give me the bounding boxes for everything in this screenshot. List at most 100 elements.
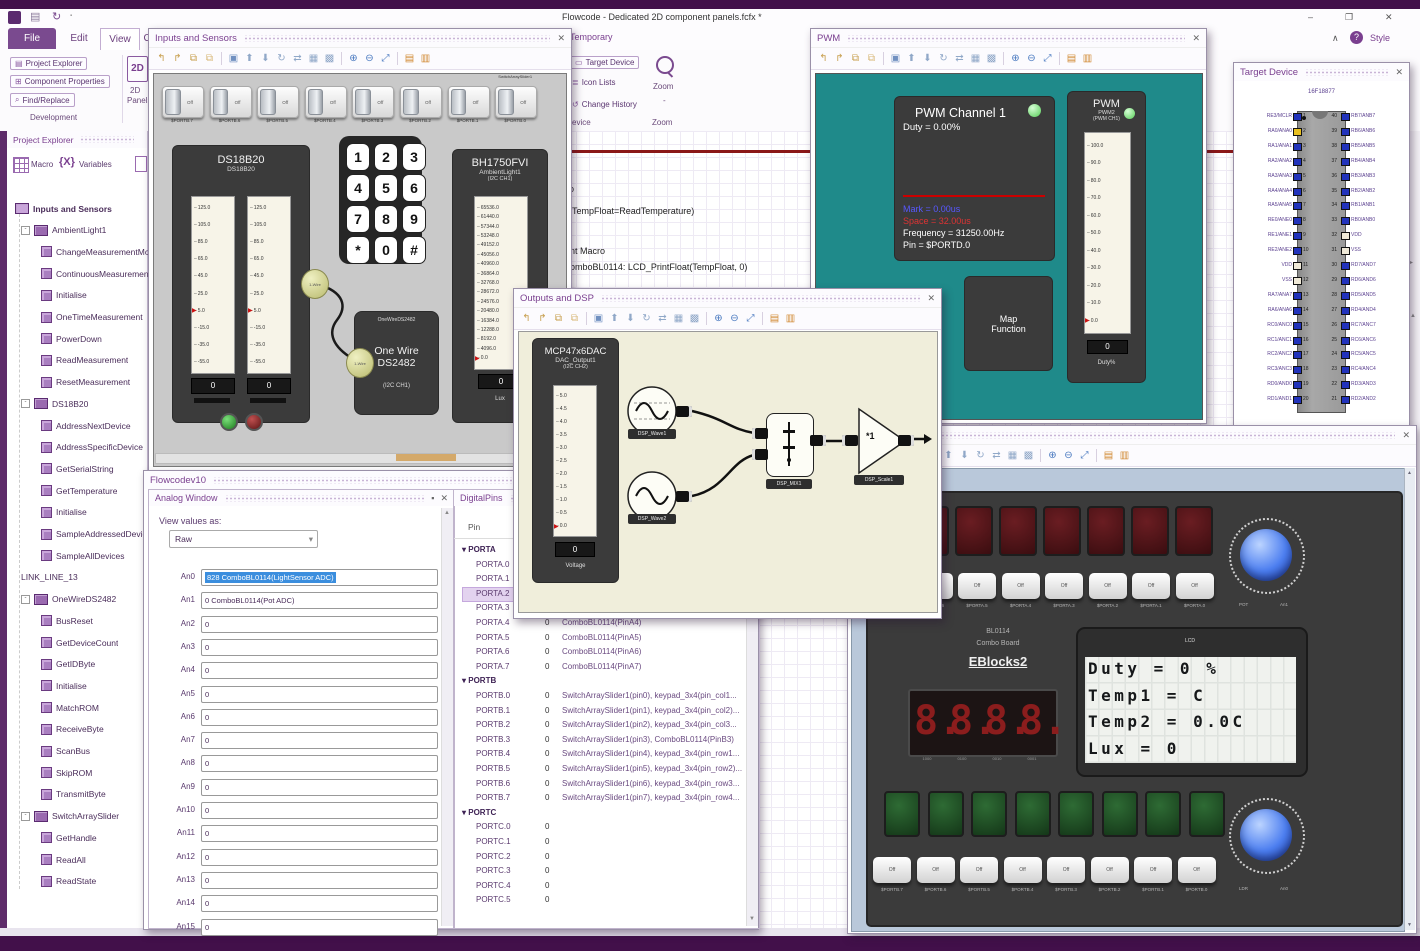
pin-square-right[interactable] — [1341, 366, 1350, 375]
board-switch-$portb.4[interactable]: Off — [1003, 857, 1042, 883]
scale-in-port[interactable] — [842, 435, 858, 446]
find-replace-button[interactable]: ⌕ Find/Replace — [10, 93, 75, 107]
project-explorer-button[interactable]: ▤ Project Explorer — [10, 57, 88, 70]
tree-macro-skiprom[interactable]: SkipROM — [41, 767, 92, 779]
rotate-icon[interactable]: ↻ — [974, 449, 987, 462]
snap-icon[interactable]: ▩ — [985, 52, 998, 65]
digital-pin-portb.6[interactable]: PORTB.6 — [476, 779, 510, 788]
2d-panel-button[interactable]: 2D — [127, 56, 148, 82]
analog-value-field[interactable]: 0 — [201, 871, 438, 889]
board-switch-$portb.5[interactable]: Off — [960, 857, 998, 883]
board-switch-$portb.6[interactable]: Off — [916, 857, 955, 883]
pin-square-left[interactable] — [1293, 232, 1302, 241]
restore-button[interactable]: ❐ — [1345, 12, 1353, 23]
pin-square-right[interactable] — [1341, 291, 1350, 300]
help-icon[interactable]: ? — [1350, 31, 1363, 44]
analog-value-field[interactable]: 0 — [201, 778, 438, 796]
expander-icon[interactable]: - — [21, 811, 30, 821]
board-switch-$porta.1[interactable]: Off — [1132, 573, 1170, 599]
bring-front-icon[interactable]: ⬆ — [942, 449, 955, 462]
board-switch-$portb.0[interactable]: Off — [1177, 857, 1216, 883]
digital-pin-portc.1[interactable]: PORTC.1 — [476, 837, 511, 846]
tree-macro-addressspecificdevice[interactable]: AddressSpecificDevice — [41, 441, 143, 453]
board-switch-$portb.7[interactable]: Off — [873, 857, 911, 883]
pin-square-left[interactable] — [1293, 396, 1302, 405]
analog-value-field[interactable]: 0 — [201, 895, 438, 913]
digital-pin-portc.5[interactable]: PORTC.5 — [476, 895, 511, 904]
pin-square-left[interactable] — [1293, 321, 1302, 330]
digital-pin-portb.2[interactable]: PORTB.2 — [476, 720, 510, 729]
hscroll-thumb[interactable] — [396, 454, 456, 461]
app-icon[interactable] — [8, 11, 21, 24]
zoom-tool-icon[interactable] — [656, 56, 674, 74]
scroll-right-icon[interactable]: ▸ — [1410, 259, 1413, 266]
rotate-icon[interactable]: ↻ — [937, 52, 950, 65]
pin-square-right[interactable] — [1341, 306, 1350, 315]
pin-square-left[interactable] — [1293, 247, 1302, 256]
tree-macro-changemeasurementmode[interactable]: ChangeMeasurementMode — [41, 246, 154, 258]
dsp-wave1-plate[interactable]: DSP_Wave1 — [628, 429, 676, 439]
scroll-up-icon[interactable]: ▲ — [1410, 313, 1416, 319]
scroll-down-icon[interactable]: ▼ — [1407, 922, 1412, 928]
scroll-down-icon[interactable]: ▼ — [749, 916, 755, 922]
pwm-channel-panel[interactable]: PWM Channel 1 Duty = 0.00% Mark = 0.00us… — [894, 96, 1055, 261]
pin-square-left[interactable] — [1293, 113, 1302, 121]
close-button[interactable]: ✕ — [1385, 12, 1393, 23]
expander-icon[interactable]: - — [21, 399, 30, 409]
digital-pin-porta.1[interactable]: PORTA.1 — [476, 574, 510, 583]
digital-pin-portb.4[interactable]: PORTB.4 — [476, 749, 510, 758]
board-switch-$porta.4[interactable]: Off — [1001, 573, 1040, 599]
digital-pin-portb.3[interactable]: PORTB.3 — [476, 735, 510, 744]
digital-col-header[interactable]: Pin — [468, 522, 480, 532]
tree-macro-resetmeasurement[interactable]: ResetMeasurement — [41, 376, 130, 388]
pin-square-right[interactable] — [1341, 142, 1350, 151]
pin-square-right[interactable] — [1341, 127, 1350, 136]
variables-toolbar-label[interactable]: Variables — [79, 160, 112, 169]
pin-square-right[interactable] — [1341, 276, 1350, 285]
analog-value-field[interactable]: 0 — [201, 918, 438, 936]
pin-square-right[interactable] — [1341, 351, 1350, 360]
digital-pin-porta.6[interactable]: PORTA.6 — [476, 647, 510, 656]
board-switch-$porta.2[interactable]: Off — [1088, 573, 1127, 599]
analog-value-field[interactable]: 0 — [201, 638, 438, 656]
onewire-port-2[interactable]: 1-Wire — [346, 348, 374, 378]
undo-redo-icon[interactable]: ↻ — [52, 10, 61, 23]
board-switch-$porta.5[interactable]: Off — [958, 573, 996, 599]
digital-pin-porta.3[interactable]: PORTA.3 — [476, 603, 510, 612]
tree-root-inputs-and-sensors[interactable]: Inputs and Sensors — [15, 203, 112, 214]
pot-knob[interactable] — [1240, 529, 1292, 581]
tree-macro-initialise[interactable]: Initialise — [41, 289, 87, 301]
mixer-in-port-1[interactable] — [752, 428, 768, 439]
zoom-in-icon[interactable]: ⊕ — [1009, 52, 1022, 65]
digital-pin-portb.7[interactable]: PORTB.7 — [476, 793, 510, 802]
digital-pin-portb.5[interactable]: PORTB.5 — [476, 764, 510, 773]
tree-macro-initialise[interactable]: Initialise — [41, 506, 87, 518]
minimize-button[interactable]: – — [1308, 12, 1313, 22]
pin-square-right[interactable] — [1341, 336, 1350, 345]
pin-square-left[interactable] — [1293, 381, 1302, 390]
scroll-up-icon[interactable]: ▲ — [1407, 470, 1412, 476]
map-function-block[interactable]: Map Function — [964, 276, 1053, 371]
paste-icon[interactable]: ⧉ — [865, 52, 878, 65]
pin-square-right[interactable] — [1341, 396, 1350, 405]
pin-square-left[interactable] — [1293, 306, 1302, 315]
pin-square-right[interactable] — [1341, 202, 1350, 211]
pin-square-right[interactable] — [1341, 187, 1350, 196]
pin-square-right[interactable] — [1341, 217, 1350, 226]
digital-pin-portc.2[interactable]: PORTC.2 — [476, 852, 511, 861]
digital-pin-portc.4[interactable]: PORTC.4 — [476, 881, 511, 890]
analog-vscrollbar[interactable]: ▲ — [441, 508, 453, 926]
icon-lists-toggle[interactable]: ≣ Icon Lists — [572, 78, 616, 87]
tree-macro-powerdown[interactable]: PowerDown — [41, 333, 102, 345]
mixer-out-port[interactable] — [810, 435, 826, 446]
tree-macro-getdevicecount[interactable]: GetDeviceCount — [41, 637, 118, 648]
component-icon[interactable]: ▣ — [889, 52, 902, 65]
tree-macro-scanbus[interactable]: ScanBus — [41, 745, 90, 757]
tab-file[interactable]: File — [8, 28, 56, 49]
quick-access-dot[interactable]: ▪ — [70, 13, 72, 19]
copy-icon[interactable]: ⧉ — [849, 52, 862, 65]
tree-macro-busreset[interactable]: BusReset — [41, 615, 93, 627]
tree-macro-continuousmeasurement[interactable]: ContinuousMeasurement — [41, 268, 151, 280]
flip-icon[interactable]: ⇄ — [990, 449, 1003, 462]
digital-pin-porta.2[interactable]: PORTA.2 — [476, 589, 510, 598]
